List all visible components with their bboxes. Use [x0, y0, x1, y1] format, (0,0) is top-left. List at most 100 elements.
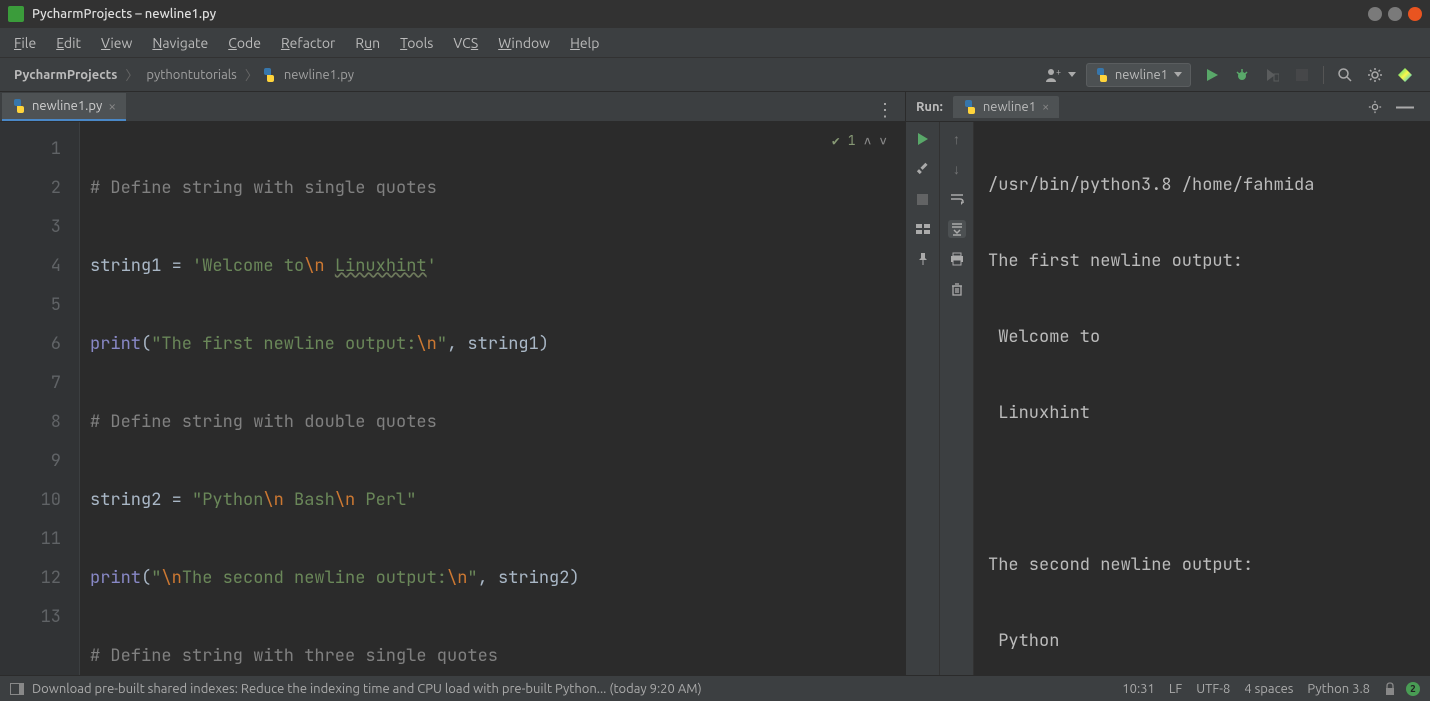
menu-refactor[interactable]: Refactor — [273, 31, 343, 55]
main-split: newline1.py × ⋮ ✔1 ∧ ∨ 1 2 3 4 5 6 7 8 9… — [0, 92, 1430, 675]
status-message[interactable]: Download pre-built shared indexes: Reduc… — [32, 682, 702, 696]
pin-button[interactable] — [914, 250, 932, 268]
run-coverage-button[interactable] — [1259, 62, 1285, 88]
separator — [1323, 66, 1324, 84]
menu-navigate[interactable]: Navigate — [144, 31, 216, 55]
interpreter-widget[interactable]: Python 3.8 — [1307, 682, 1370, 696]
line-number: 2 — [0, 169, 61, 208]
scroll-to-end-button[interactable] — [948, 220, 966, 238]
minimize-button[interactable] — [1368, 7, 1382, 21]
close-tab-icon[interactable]: × — [1042, 100, 1049, 114]
up-button[interactable]: ↑ — [948, 130, 966, 148]
line-separator[interactable]: LF — [1169, 682, 1182, 696]
menu-help[interactable]: Help — [562, 31, 607, 55]
run-panel: Run: newline1 × — ↑ ↓ — [905, 92, 1430, 675]
run-output[interactable]: /usr/bin/python3.8 /home/fahmida The fir… — [974, 122, 1430, 675]
run-tab-name: newline1 — [983, 100, 1036, 114]
tab-overflow-button[interactable]: ⋮ — [876, 100, 895, 121]
chevron-right-icon: 〉 — [121, 65, 142, 84]
output-line: Welcome to — [988, 318, 1430, 356]
tool-windows-button[interactable] — [10, 683, 24, 695]
debug-button[interactable] — [1229, 62, 1255, 88]
output-line: The first newline output: — [988, 242, 1430, 280]
layout-button[interactable] — [914, 220, 932, 238]
jetbrains-toolbox-button[interactable] — [1392, 62, 1418, 88]
chevron-right-icon: 〉 — [241, 65, 262, 84]
run-panel-label: Run: — [916, 100, 943, 114]
line-number: 3 — [0, 208, 61, 247]
line-number: 9 — [0, 442, 61, 481]
add-user-button[interactable]: + — [1040, 62, 1066, 88]
menu-bar: File Edit View Navigate Code Refactor Ru… — [0, 28, 1430, 58]
breadcrumb-file[interactable]: newline1.py — [280, 68, 358, 82]
menu-run[interactable]: Run — [347, 31, 388, 55]
output-line: The second newline output: — [988, 546, 1430, 584]
breadcrumb-folder[interactable]: pythontutorials — [142, 68, 240, 82]
menu-edit[interactable]: Edit — [48, 31, 89, 55]
down-button[interactable]: ↓ — [948, 160, 966, 178]
event-log-badge[interactable]: 2 — [1406, 682, 1420, 696]
line-number: 1 — [0, 130, 61, 169]
app-icon — [8, 6, 24, 22]
menu-file[interactable]: File — [6, 31, 44, 55]
event-count: 2 — [1410, 683, 1416, 694]
line-number: 4 — [0, 247, 61, 286]
settings-button[interactable] — [1362, 62, 1388, 88]
run-config-name: newline1 — [1115, 68, 1168, 82]
editor-tabs: newline1.py × ⋮ — [0, 92, 905, 122]
line-number: 10 — [0, 481, 61, 520]
prev-issue-icon[interactable]: ∧ — [864, 132, 872, 149]
python-file-icon — [262, 68, 276, 82]
file-encoding[interactable]: UTF-8 — [1196, 682, 1230, 696]
inspection-widget[interactable]: ✔1 ∧ ∨ — [832, 132, 887, 149]
output-line: Python — [988, 622, 1430, 660]
caret-position[interactable]: 10:31 — [1122, 682, 1155, 696]
output-line — [988, 470, 1430, 508]
clear-button[interactable] — [948, 280, 966, 298]
editor-tab-newline1[interactable]: newline1.py × — [2, 93, 126, 121]
run-tab[interactable]: newline1 × — [953, 96, 1060, 118]
svg-text:+: + — [1056, 67, 1061, 77]
maximize-button[interactable] — [1388, 7, 1402, 21]
run-toolbar-right: ↑ ↓ — [940, 122, 974, 675]
menu-window[interactable]: Window — [490, 31, 558, 55]
run-config-selector[interactable]: newline1 — [1086, 63, 1191, 87]
python-icon — [963, 100, 977, 114]
menu-code[interactable]: Code — [220, 31, 269, 55]
indent-widget[interactable]: 4 spaces — [1244, 682, 1293, 696]
editor-body[interactable]: ✔1 ∧ ∨ 1 2 3 4 5 6 7 8 9 10 11 12 13 # D… — [0, 122, 905, 675]
hide-panel-button[interactable]: — — [1392, 94, 1418, 120]
chevron-down-icon — [1174, 72, 1182, 77]
nav-bar: PycharmProjects 〉 pythontutorials 〉 newl… — [0, 58, 1430, 92]
readonly-lock-icon[interactable] — [1384, 682, 1396, 696]
menu-vcs[interactable]: VCS — [445, 31, 486, 55]
window-title: PycharmProjects – newline1.py — [32, 7, 216, 21]
print-button[interactable] — [948, 250, 966, 268]
close-tab-icon[interactable]: × — [108, 98, 116, 114]
menu-view[interactable]: View — [93, 31, 140, 55]
stop-button[interactable] — [1289, 62, 1315, 88]
code-area[interactable]: # Define string with single quotes strin… — [80, 122, 905, 675]
next-issue-icon[interactable]: ∨ — [879, 132, 887, 149]
rerun-button[interactable] — [914, 130, 932, 148]
run-button[interactable] — [1199, 62, 1225, 88]
stop-button[interactable] — [914, 190, 932, 208]
search-button[interactable] — [1332, 62, 1358, 88]
close-button[interactable] — [1408, 7, 1422, 21]
line-number: 7 — [0, 364, 61, 403]
run-panel-body: ↑ ↓ /usr/bin/python3.8 /home/fahmida The… — [906, 122, 1430, 675]
line-number: 13 — [0, 598, 61, 637]
line-number: 11 — [0, 520, 61, 559]
run-settings-button[interactable] — [1362, 94, 1388, 120]
run-toolbar-left — [906, 122, 940, 675]
inspection-count: 1 — [848, 132, 856, 149]
soft-wrap-button[interactable] — [948, 190, 966, 208]
python-icon — [1095, 68, 1109, 82]
edit-config-button[interactable] — [914, 160, 932, 178]
python-file-icon — [12, 99, 26, 113]
menu-tools[interactable]: Tools — [392, 31, 441, 55]
chevron-down-icon[interactable] — [1068, 72, 1076, 77]
editor-pane: newline1.py × ⋮ ✔1 ∧ ∨ 1 2 3 4 5 6 7 8 9… — [0, 92, 905, 675]
line-number: 12 — [0, 559, 61, 598]
breadcrumb-project[interactable]: PycharmProjects — [10, 68, 121, 82]
